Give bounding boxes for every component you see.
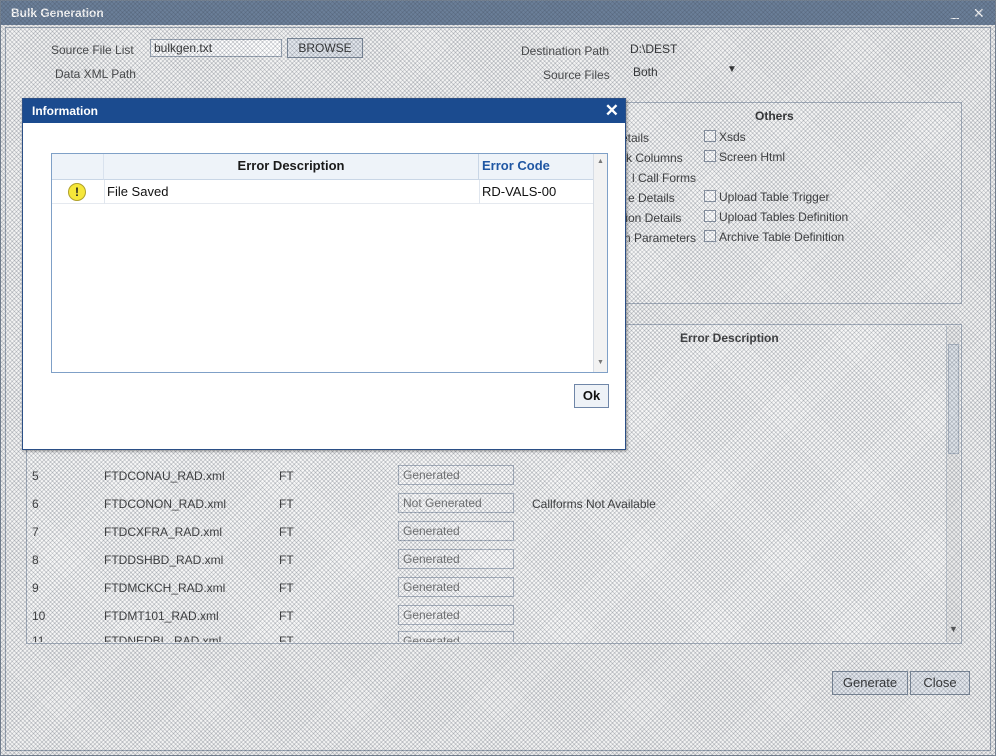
row-number: 6 <box>32 497 39 511</box>
row-status: Generated <box>398 521 514 541</box>
xsds-checkbox[interactable] <box>704 130 716 142</box>
upload-table-trigger-checkbox[interactable] <box>704 190 716 202</box>
warning-icon: ! <box>68 183 86 201</box>
error-description-header[interactable]: Error Description <box>104 154 479 180</box>
row-status: Generated <box>398 605 514 625</box>
chevron-down-icon: ▼ <box>727 64 737 75</box>
archive-table-definition-checkbox[interactable] <box>704 230 716 242</box>
screen-html-label: Screen Html <box>719 150 786 164</box>
archive-table-definition-label: Archive Table Definition <box>719 230 845 244</box>
row-file: FTDMT101_RAD.xml <box>104 609 219 623</box>
icon-column-header <box>52 154 104 180</box>
row-file: FTDDSHBD_RAD.xml <box>104 553 224 567</box>
generate-button[interactable]: Generate <box>832 671 908 695</box>
destination-path-label: Destination Path <box>521 44 610 58</box>
window-close-button[interactable]: ✕ <box>973 1 985 25</box>
upload-tables-definition-checkbox[interactable] <box>704 210 716 222</box>
row-file: FTDCONON_RAD.xml <box>104 497 226 511</box>
table-row[interactable]: 8 FTDDSHBD_RAD.xml FT Generated <box>28 546 944 574</box>
table-row[interactable]: 6 FTDCONON_RAD.xml FT Not Generated Call… <box>28 490 944 518</box>
upload-table-trigger-label: Upload Table Trigger <box>719 190 830 204</box>
row-status: Not Generated <box>398 493 514 513</box>
table-row[interactable]: 7 FTDCXFRA_RAD.xml FT Generated <box>28 518 944 546</box>
row-number: 11 <box>32 634 45 642</box>
row-module: FT <box>279 469 294 483</box>
xsds-label: Xsds <box>719 130 746 144</box>
option-fragment: k Columns <box>626 151 683 165</box>
scroll-down-icon[interactable]: ▼ <box>949 624 958 634</box>
row-status: Generated <box>398 549 514 569</box>
row-number: 7 <box>32 525 39 539</box>
row-file: FTDCXFRA_RAD.xml <box>104 525 223 539</box>
source-files-label: Source Files <box>543 68 610 82</box>
error-grid: Error Description Error Code ! File Save… <box>51 153 608 373</box>
error-code-cell: RD-VALS-00 <box>482 184 557 199</box>
row-number: 8 <box>32 553 39 567</box>
source-file-list-label: Source File List <box>51 43 134 57</box>
table-row[interactable]: 9 FTDMCKCH_RAD.xml FT Generated <box>28 574 944 602</box>
table-row[interactable]: 11 FTDNEDBL_RAD.xml FT Generated <box>28 630 944 642</box>
minimize-button[interactable]: _ <box>951 0 959 23</box>
row-file: FTDMCKCH_RAD.xml <box>104 581 226 595</box>
row-number: 5 <box>32 469 39 483</box>
table-row[interactable]: 5 FTDCONAU_RAD.xml FT Generated <box>28 462 944 490</box>
information-dialog: Information ✕ Error Description Error Co… <box>22 98 626 450</box>
row-file: FTDCONAU_RAD.xml <box>104 469 225 483</box>
dialog-grid-scrollbar[interactable]: ▲ ▼ <box>593 154 607 372</box>
option-fragment: l Call Forms <box>632 171 697 185</box>
dialog-title: Information <box>32 104 98 118</box>
dialog-close-icon[interactable]: ✕ <box>605 101 619 121</box>
row-module: FT <box>279 581 294 595</box>
screen-html-checkbox[interactable] <box>704 150 716 162</box>
row-status: Generated <box>398 577 514 597</box>
row-module: FT <box>279 525 294 539</box>
error-description-cell: File Saved <box>107 184 169 199</box>
cell-divider <box>479 180 480 204</box>
results-scrollbar[interactable]: ▼ <box>946 326 960 642</box>
row-module: FT <box>279 609 294 623</box>
window-titlebar: Bulk Generation _ ✕ <box>1 1 995 25</box>
error-code-header[interactable]: Error Code <box>479 154 593 180</box>
row-module: FT <box>279 497 294 511</box>
data-xml-path-label: Data XML Path <box>55 67 136 81</box>
row-module: FT <box>279 634 294 642</box>
ok-button[interactable]: Ok <box>574 384 609 408</box>
scroll-down-icon[interactable]: ▼ <box>597 359 604 366</box>
option-fragment: e Details <box>628 191 675 205</box>
upload-tables-definition-label: Upload Tables Definition <box>719 210 849 224</box>
browse-button[interactable]: BROWSE <box>287 38 363 58</box>
row-number: 9 <box>32 581 39 595</box>
window-title: Bulk Generation <box>11 6 104 20</box>
table-row[interactable]: ! File Saved RD-VALS-00 <box>52 180 593 204</box>
scroll-thumb[interactable] <box>948 344 959 454</box>
source-files-value: Both <box>633 65 658 79</box>
scroll-up-icon[interactable]: ▲ <box>597 158 604 165</box>
results-error-header: Error Description <box>680 331 779 345</box>
row-error: Callforms Not Available <box>532 497 656 511</box>
others-title: Others <box>755 109 794 123</box>
source-files-select[interactable]: Both ▼ <box>629 63 739 81</box>
dialog-titlebar: Information ✕ <box>23 99 625 123</box>
row-status: Generated <box>398 465 514 485</box>
cell-divider <box>104 180 105 204</box>
close-button[interactable]: Close <box>910 671 970 695</box>
row-status: Generated <box>398 631 514 642</box>
row-file: FTDNEDBL_RAD.xml <box>104 634 222 642</box>
option-fragment: n Parameters <box>624 231 697 245</box>
option-fragment: tion Details <box>622 211 682 225</box>
row-number: 10 <box>32 609 46 623</box>
source-file-list-input[interactable]: bulkgen.txt <box>150 39 282 57</box>
destination-path-value: D:\DEST <box>630 42 678 56</box>
row-module: FT <box>279 553 294 567</box>
table-row[interactable]: 10 FTDMT101_RAD.xml FT Generated <box>28 602 944 630</box>
